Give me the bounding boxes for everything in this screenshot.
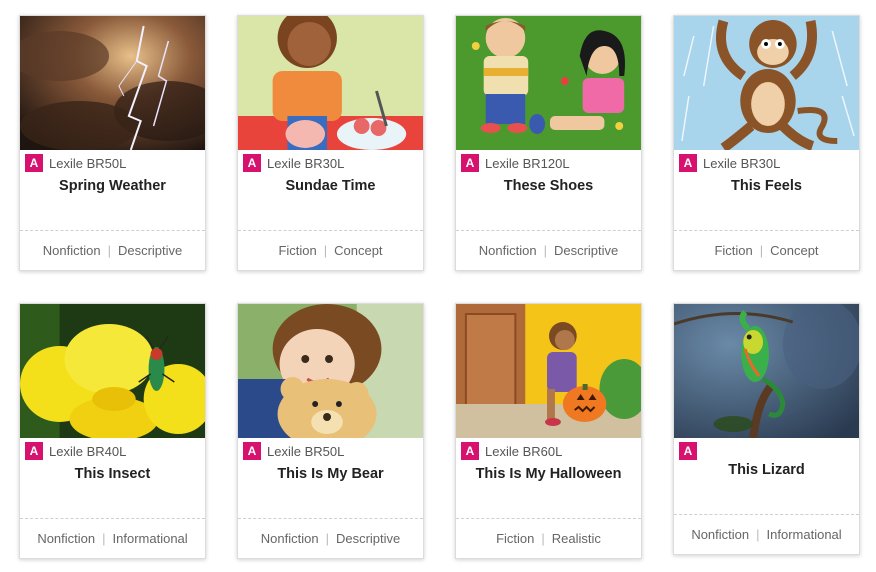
genre-label: Nonfiction [691, 527, 750, 542]
reading-level-badge: A [243, 154, 261, 172]
reading-level-badge: A [243, 442, 261, 460]
text-type-label: Realistic [551, 531, 601, 546]
lexile-level: Lexile BR30L [703, 155, 781, 171]
lexile-level: Lexile BR60L [485, 443, 563, 459]
genre-label: Nonfiction [37, 531, 96, 546]
text-type-label: Descriptive [553, 243, 619, 258]
genre-label: Fiction [278, 243, 317, 258]
book-cover-image[interactable] [456, 304, 641, 438]
book-card-this-is-my-bear[interactable]: A Lexile BR50L This Is My Bear Nonfictio… [237, 303, 424, 559]
reading-level-badge: A [461, 154, 479, 172]
book-title[interactable]: This Is My Halloween [456, 465, 641, 483]
text-type-label: Descriptive [117, 243, 183, 258]
book-card-this-insect[interactable]: A Lexile BR40L This Insect Nonfiction | … [19, 303, 206, 559]
book-title[interactable]: Spring Weather [20, 177, 205, 195]
genre-label: Nonfiction [42, 243, 101, 258]
lexile-level: Lexile BR50L [49, 155, 127, 171]
genre-label: Nonfiction [260, 531, 319, 546]
book-title[interactable]: These Shoes [456, 177, 641, 195]
book-title[interactable]: This Insect [20, 465, 205, 483]
tag-separator: | [541, 531, 545, 546]
book-cover-image[interactable] [456, 16, 641, 150]
genre-label: Fiction [714, 243, 753, 258]
book-cover-image[interactable] [238, 304, 423, 438]
reading-level-badge: A [25, 442, 43, 460]
book-card-this-is-my-halloween[interactable]: A Lexile BR60L This Is My Halloween Fict… [455, 303, 642, 559]
book-card-these-shoes[interactable]: A Lexile BR120L These Shoes Nonfiction |… [455, 15, 642, 271]
book-card-this-lizard[interactable]: A This Lizard Nonfiction | Informational [673, 303, 860, 555]
lexile-level: Lexile BR30L [267, 155, 345, 171]
tag-separator: | [107, 243, 111, 258]
reading-level-badge: A [679, 442, 697, 460]
tag-separator: | [759, 243, 764, 258]
lexile-level: Lexile BR120L [485, 155, 570, 171]
book-tags: Nonfiction | Descriptive [238, 518, 423, 558]
genre-label: Nonfiction [478, 243, 537, 258]
reading-level-badge: A [461, 442, 479, 460]
lexile-level: Lexile BR40L [49, 443, 127, 459]
text-type-label: Concept [770, 243, 819, 258]
book-tags: Fiction | Concept [674, 230, 859, 270]
book-tags: Nonfiction | Descriptive [456, 230, 641, 270]
text-type-label: Informational [112, 531, 188, 546]
reading-level-badge: A [679, 154, 697, 172]
book-cover-image[interactable] [238, 16, 423, 150]
book-cover-image[interactable] [674, 304, 859, 438]
book-tags: Nonfiction | Informational [674, 514, 859, 554]
book-tags: Nonfiction | Informational [20, 518, 205, 558]
tag-separator: | [102, 531, 106, 546]
text-type-label: Concept [334, 243, 383, 258]
text-type-label: Descriptive [335, 531, 401, 546]
book-card-sundae-time[interactable]: A Lexile BR30L Sundae Time Fiction | Con… [237, 15, 424, 271]
reading-level-badge: A [25, 154, 43, 172]
tag-separator: | [323, 243, 328, 258]
book-card-this-feels[interactable]: A Lexile BR30L This Feels Fiction | Conc… [673, 15, 860, 271]
tag-separator: | [543, 243, 547, 258]
book-title[interactable]: This Is My Bear [238, 465, 423, 483]
book-tags: Nonfiction | Descriptive [20, 230, 205, 270]
book-cover-image[interactable] [20, 16, 205, 150]
tag-separator: | [325, 531, 329, 546]
text-type-label: Informational [766, 527, 842, 542]
book-title[interactable]: Sundae Time [238, 177, 423, 195]
book-tags: Fiction | Realistic [456, 518, 641, 558]
book-cover-image[interactable] [20, 304, 205, 438]
book-title[interactable]: This Feels [674, 177, 859, 195]
book-title[interactable]: This Lizard [674, 461, 859, 479]
tag-separator: | [756, 527, 760, 542]
book-tags: Fiction | Concept [238, 230, 423, 270]
book-cover-image[interactable] [674, 16, 859, 150]
book-card-spring-weather[interactable]: A Lexile BR50L Spring Weather Nonfiction… [19, 15, 206, 271]
lexile-level: Lexile BR50L [267, 443, 345, 459]
genre-label: Fiction [496, 531, 535, 546]
